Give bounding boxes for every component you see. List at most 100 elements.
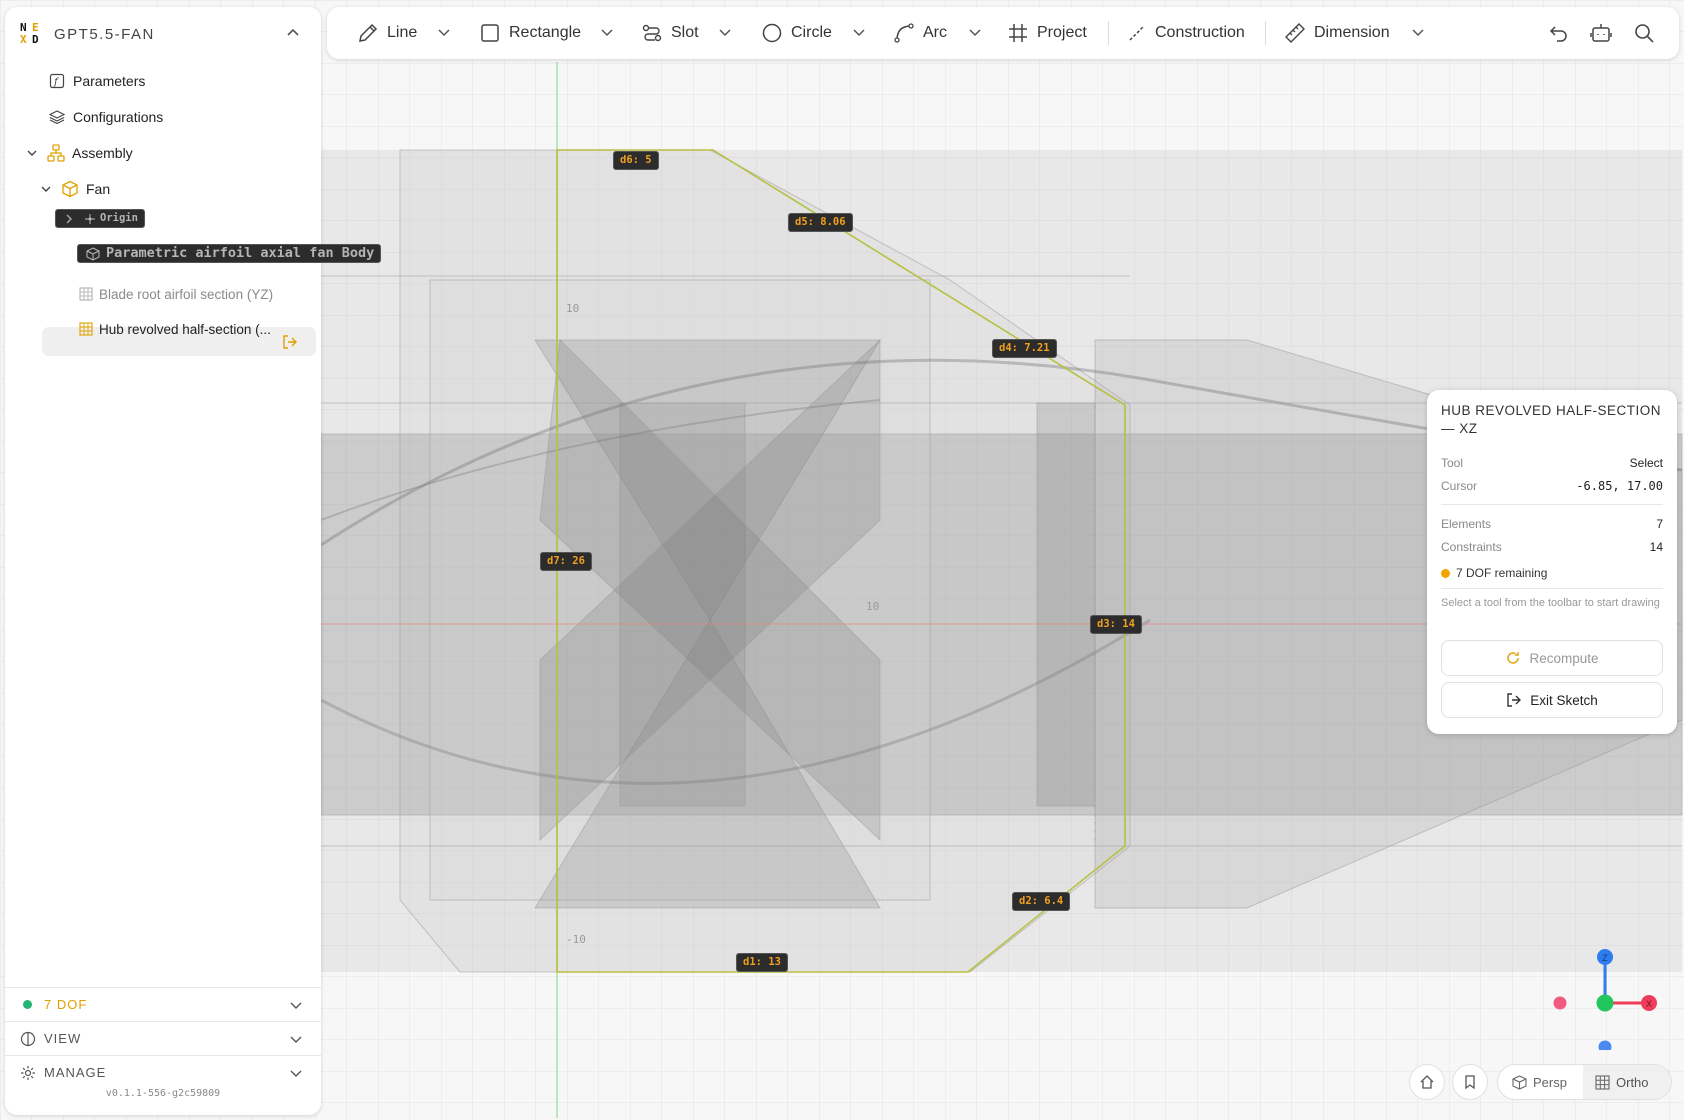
axis-gizmo[interactable]: Z X [1545, 940, 1665, 1050]
panel-divider [1441, 504, 1663, 505]
chevron-down-icon[interactable] [437, 25, 451, 39]
tree-item-label: Blade root airfoil section (YZ) [99, 286, 274, 302]
dimension-label-d2[interactable]: d2: 6.4 [1012, 892, 1071, 911]
chevron-down-icon[interactable] [39, 182, 53, 196]
grid-label: 10 [866, 600, 880, 613]
cursor-key: Cursor [1441, 479, 1478, 493]
sketch-active-icon [77, 320, 95, 338]
dimension-label-d3[interactable]: d3: 14 [1090, 615, 1142, 634]
robot-icon [1590, 24, 1612, 42]
sidebar-item-parameters[interactable]: f Parameters [48, 66, 145, 96]
neg-z-axis-handle[interactable] [1598, 1040, 1612, 1051]
tool-label: Rectangle [509, 24, 582, 41]
projection-toggle[interactable]: Persp Ortho [1497, 1064, 1672, 1100]
dof-label: 7 DOF [44, 997, 88, 1012]
sidebar-item-configurations[interactable]: Configurations [48, 102, 163, 132]
undo-button[interactable] [1546, 21, 1570, 45]
project-tool-button[interactable]: Project [1007, 17, 1087, 49]
dof-status-row[interactable]: 7 DOF [5, 987, 321, 1021]
part-cube-icon [61, 180, 79, 198]
elements-key: Elements [1441, 517, 1492, 531]
arc-tool-button[interactable]: Arc [893, 17, 947, 49]
manage-section-row[interactable]: MANAGE [5, 1055, 321, 1089]
svg-text:X: X [1646, 999, 1652, 1009]
chevron-down-icon[interactable] [852, 25, 866, 39]
constraints-row: Constraints 14 [1441, 540, 1663, 554]
constraints-value: 14 [1649, 540, 1663, 554]
manage-label: MANAGE [44, 1065, 107, 1080]
y-axis-handle[interactable] [1596, 994, 1614, 1012]
chevron-down-icon[interactable] [600, 25, 614, 39]
tool-label: Line [387, 24, 418, 41]
dimension-tool-button[interactable]: Dimension [1284, 17, 1390, 49]
home-view-button[interactable] [1409, 1064, 1445, 1100]
chevron-down-icon[interactable] [968, 25, 982, 39]
persp-option[interactable]: Persp [1498, 1065, 1583, 1099]
chevron-down-icon[interactable] [1411, 25, 1425, 39]
view-section-row[interactable]: VIEW [5, 1021, 321, 1055]
svg-text:Z: Z [1602, 953, 1608, 963]
rectangle-tool-button[interactable]: Rectangle [479, 17, 581, 49]
constraints-key: Constraints [1441, 540, 1502, 554]
chevron-down-icon[interactable] [289, 1032, 303, 1046]
circle-tool-button[interactable]: Circle [761, 17, 832, 49]
layers-icon [48, 108, 66, 126]
function-icon: f [48, 72, 66, 90]
tree-item-label: Assembly [72, 145, 133, 161]
line-tool-button[interactable]: Line [357, 17, 417, 49]
neg-x-axis-handle[interactable] [1553, 996, 1567, 1010]
bookmark-view-button[interactable] [1452, 1064, 1488, 1100]
dimension-label-d1[interactable]: d1: 13 [736, 953, 788, 972]
body-icon [84, 245, 102, 263]
tree-item-hub-sketch[interactable]: Hub revolved half-section (... [77, 314, 271, 344]
assembly-icon [47, 144, 65, 162]
grid-icon [1595, 1074, 1610, 1090]
grid-label: -10 [566, 933, 586, 946]
project-icon [1009, 24, 1027, 42]
exit-icon [1507, 693, 1522, 707]
dimension-label-d7[interactable]: d7: 26 [540, 552, 592, 571]
tree-item-blade-root-sketch[interactable]: Blade root airfoil section (YZ) [77, 279, 273, 309]
search-button[interactable] [1632, 21, 1656, 45]
rectangle-icon [481, 24, 499, 42]
pencil-icon [359, 23, 378, 42]
tool-value: Select [1629, 456, 1663, 470]
slot-tool-button[interactable]: Slot [641, 17, 699, 49]
home-icon [1420, 1075, 1434, 1089]
dimension-label-d5[interactable]: d5: 8.06 [788, 213, 853, 232]
construction-tool-button[interactable]: Construction [1127, 17, 1245, 49]
tool-label: Circle [791, 24, 832, 41]
cursor-row: Cursor -6.85, 17.00 [1441, 479, 1663, 493]
chevron-down-icon[interactable] [289, 998, 303, 1012]
ortho-label: Ortho [1616, 1074, 1649, 1090]
chevron-right-icon[interactable] [62, 212, 76, 226]
ortho-option[interactable]: Ortho [1583, 1065, 1671, 1099]
sketch-info-panel: HUB REVOLVED HALF-SECTION — XZ Tool Sele… [1427, 390, 1677, 734]
tree-item-assembly[interactable]: Assembly [25, 138, 133, 168]
dimension-label-d6[interactable]: d6: 5 [613, 151, 659, 170]
exit-sketch-icon[interactable] [282, 334, 298, 350]
tool-label: Slot [671, 24, 699, 41]
chevron-down-icon[interactable] [718, 25, 732, 39]
recompute-button[interactable]: Recompute [1441, 640, 1663, 676]
dof-warning-dot [1441, 568, 1450, 578]
svg-text:f: f [53, 77, 60, 88]
sketch-icon [77, 285, 95, 303]
exit-sketch-button[interactable]: Exit Sketch [1441, 682, 1663, 718]
chevron-up-icon[interactable] [285, 25, 301, 41]
tool-label: Project [1037, 24, 1087, 41]
cube-icon [1512, 1074, 1527, 1090]
grid-label: 10 [566, 302, 580, 315]
tool-label: Dimension [1314, 24, 1390, 41]
tree-item-body[interactable]: Parametric airfoil axial fan Body [77, 244, 382, 263]
chevron-down-icon[interactable] [25, 146, 39, 160]
toolbar-separator [1265, 21, 1266, 45]
chevron-down-icon[interactable] [289, 1066, 303, 1080]
assistant-button[interactable] [1589, 21, 1613, 45]
circle-icon [762, 23, 782, 43]
tree-item-fan[interactable]: Fan [39, 174, 110, 204]
tree-item-origin[interactable]: Origin [55, 209, 145, 228]
dimension-label-d4[interactable]: d4: 7.21 [992, 339, 1057, 358]
view-icon [20, 1031, 36, 1046]
tool-key: Tool [1441, 456, 1464, 470]
